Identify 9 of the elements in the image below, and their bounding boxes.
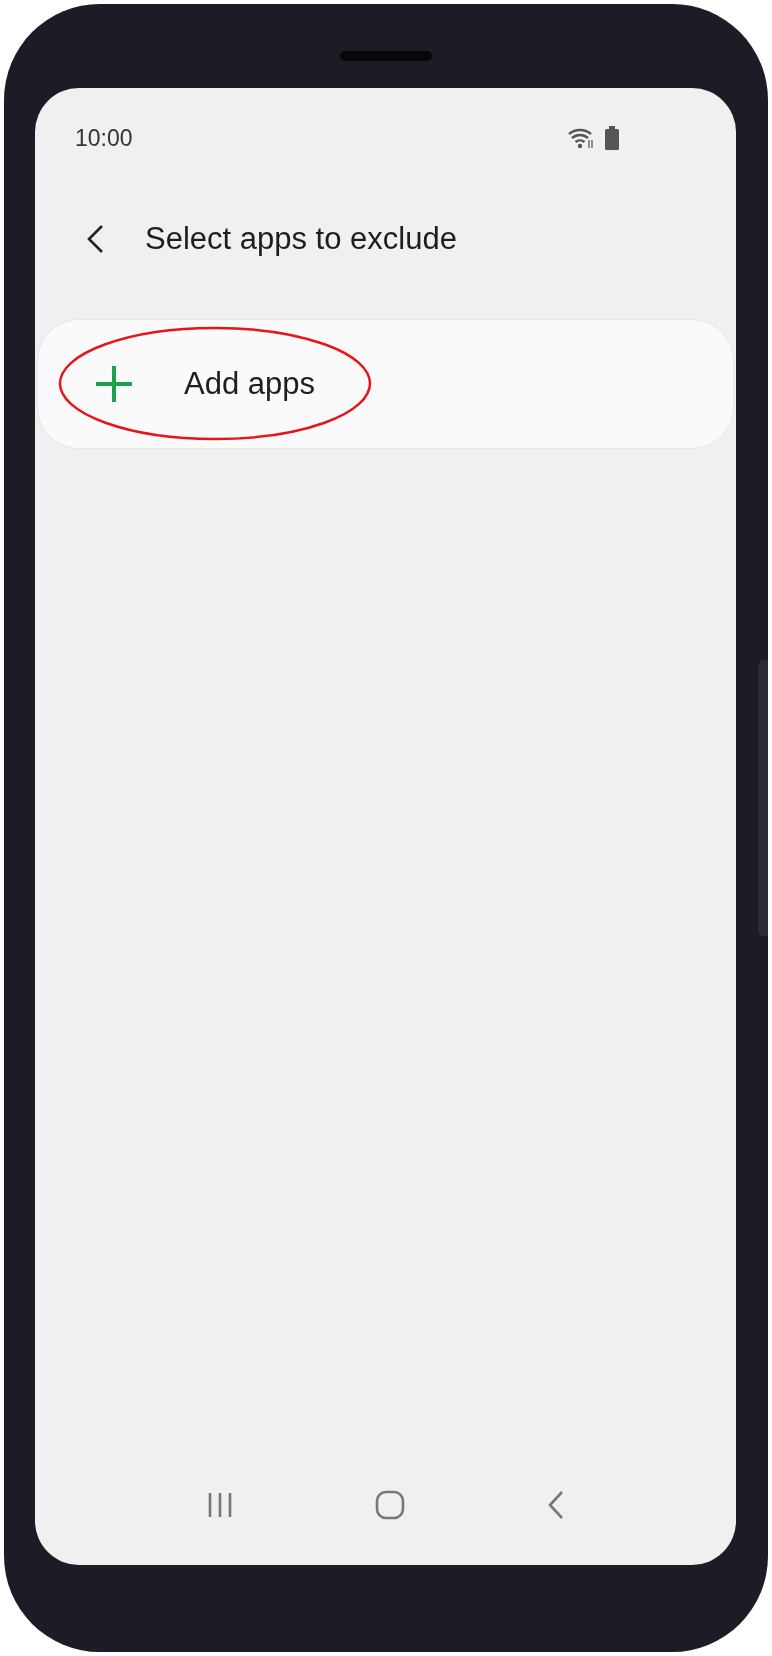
- status-time: 10:00: [75, 124, 133, 152]
- plus-icon: [94, 364, 134, 404]
- battery-icon: [604, 126, 619, 150]
- wifi-icon: [566, 126, 595, 150]
- add-apps-row[interactable]: Add apps: [37, 319, 734, 449]
- page-title: Select apps to exclude: [145, 221, 457, 257]
- home-icon[interactable]: [375, 1490, 406, 1520]
- row-label: Add apps: [184, 366, 315, 402]
- back-icon[interactable]: [85, 224, 105, 254]
